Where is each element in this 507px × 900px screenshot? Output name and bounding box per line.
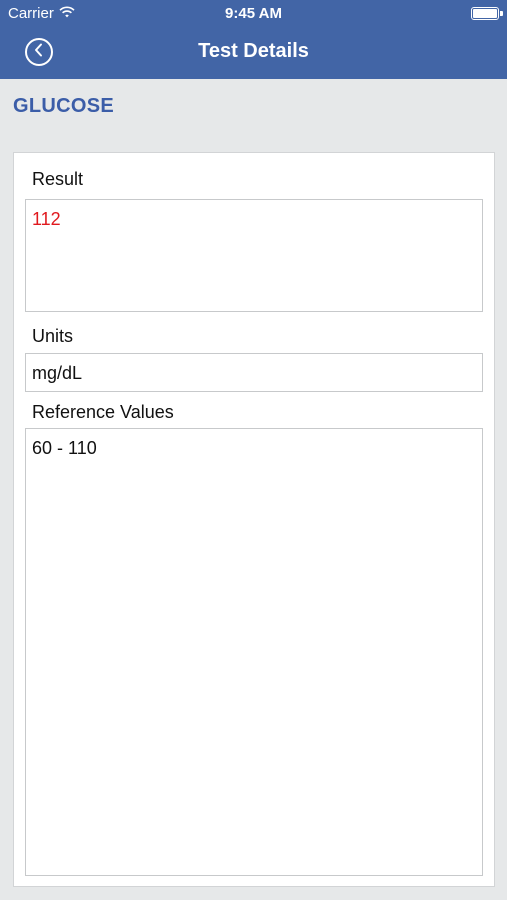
result-value: 112	[32, 209, 61, 229]
units-field[interactable]: mg/dL	[25, 353, 483, 392]
reference-values-value: 60 - 110	[32, 438, 97, 458]
reference-values-field[interactable]: 60 - 110	[25, 428, 483, 876]
units-label: Units	[32, 326, 74, 346]
battery-fill	[473, 9, 497, 18]
units-value: mg/dL	[32, 363, 83, 383]
result-label: Result	[32, 169, 84, 189]
test-details-card: Result 112 Units mg/dL Reference Values …	[13, 152, 495, 887]
result-field[interactable]: 112	[25, 199, 483, 312]
test-name-heading: GLUCOSE	[13, 95, 114, 117]
navigation-bar: Carrier 9:45 AM Test Details	[0, 0, 507, 79]
clock: 9:45 AM	[225, 5, 282, 22]
battery-tip	[500, 11, 503, 16]
status-bar: Carrier 9:45 AM	[0, 0, 507, 28]
reference-values-label: Reference Values	[32, 402, 174, 422]
page-title: Test Details	[198, 40, 309, 62]
battery-icon	[471, 7, 499, 20]
